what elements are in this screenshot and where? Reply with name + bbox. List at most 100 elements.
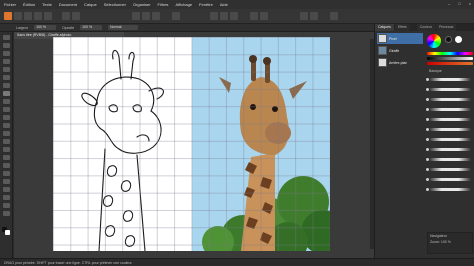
gradient-tool-icon[interactable] (3, 115, 10, 120)
selection-add-icon[interactable] (220, 12, 228, 20)
snapping-icon[interactable] (300, 12, 308, 20)
color-wheel[interactable] (427, 34, 441, 48)
refine-selection-icon[interactable] (260, 12, 268, 20)
view-tool-icon[interactable] (3, 203, 10, 208)
shape-tool-icon[interactable] (3, 187, 10, 192)
close-icon[interactable]: × (469, 1, 471, 6)
secondary-color-swatch[interactable] (5, 230, 10, 235)
paint-brush-tool-icon[interactable] (3, 83, 10, 88)
healing-tool-icon[interactable] (3, 147, 10, 152)
arrange-icon[interactable] (310, 12, 318, 20)
layer-name: Pixel (389, 36, 397, 41)
mode-rgb-icon[interactable] (172, 12, 180, 20)
menu-filters[interactable]: Filtres (158, 2, 169, 7)
menu-arrange[interactable]: Organiser (133, 2, 151, 7)
develop-persona-icon[interactable] (24, 12, 32, 20)
brush-preset[interactable] (429, 78, 471, 81)
brush-preset[interactable] (429, 168, 471, 171)
pen-tool-icon[interactable] (3, 171, 10, 176)
window-controls: – □ × (448, 1, 471, 6)
brush-preset[interactable] (429, 88, 471, 91)
blend-mode-select[interactable]: Normal (108, 25, 139, 30)
freehand-select-tool-icon[interactable] (3, 75, 10, 80)
brush-preset[interactable] (429, 178, 471, 181)
tab-brushes[interactable]: Pinceaux (436, 24, 457, 31)
tab-layers[interactable]: Calques (375, 24, 394, 31)
menu-file[interactable]: Fichier (4, 2, 16, 7)
primary-color-swatch[interactable] (445, 36, 452, 43)
brush-preset[interactable] (429, 188, 471, 191)
tab-color[interactable]: Couleur (416, 24, 435, 31)
layer-thumbnail (378, 46, 387, 55)
layer-row[interactable]: Arrière-plan (377, 57, 423, 68)
brush-category-label[interactable]: Basique (427, 68, 444, 74)
blemish-tool-icon[interactable] (3, 155, 10, 160)
dodge-tool-icon[interactable] (3, 123, 10, 128)
clone-tool-icon[interactable] (3, 139, 10, 144)
layer-name: Giraffe (389, 48, 400, 53)
layer-row[interactable]: Pixel (377, 33, 423, 44)
quick-mask-icon[interactable] (250, 12, 258, 20)
flood-fill-tool-icon[interactable] (3, 107, 10, 112)
lightness-slider[interactable] (427, 57, 473, 60)
menu-window[interactable]: Fenêtre (199, 2, 213, 7)
secondary-color-swatch[interactable] (455, 36, 462, 43)
brush-preset[interactable] (429, 158, 471, 161)
node-tool-icon[interactable] (3, 179, 10, 184)
liquify-persona-icon[interactable] (14, 12, 22, 20)
tab-effects[interactable]: Effets (394, 24, 410, 31)
saturation-slider[interactable] (427, 62, 473, 65)
move-tool-icon[interactable] (3, 35, 10, 40)
navigator-zoom[interactable]: Zoom: 100 % (428, 239, 472, 245)
brush-preset[interactable] (429, 138, 471, 141)
menu-view[interactable]: Affichage (175, 2, 192, 7)
zoom-tool-icon[interactable] (3, 211, 10, 216)
width-field[interactable]: 100 % (34, 25, 57, 30)
width-label: Largeur (16, 25, 29, 30)
menu-document[interactable]: Document (59, 2, 77, 7)
auto-levels-icon[interactable] (132, 12, 140, 20)
brush-preset[interactable] (429, 148, 471, 151)
assistant-icon[interactable] (330, 12, 338, 20)
burn-tool-icon[interactable] (3, 131, 10, 136)
canvas-grid-overlay (53, 37, 330, 251)
menu-help[interactable]: Aide (220, 2, 228, 7)
brush-preset[interactable] (429, 98, 471, 101)
view-tool-icon[interactable] (62, 12, 70, 20)
zoom-tool-icon[interactable] (72, 12, 80, 20)
brush-preset[interactable] (429, 128, 471, 131)
right-panel: Calques Effets Couleur Pinceaux Pixel Gi… (374, 24, 474, 258)
menu-text[interactable]: Texte (42, 2, 52, 7)
hue-slider[interactable] (427, 52, 473, 55)
menu-layer[interactable]: Calque (84, 2, 97, 7)
opacity-label: Opacité (62, 25, 75, 30)
export-persona-icon[interactable] (44, 12, 52, 20)
layers-panel-tabs: Calques Effets Couleur Pinceaux (375, 24, 474, 31)
flood-select-tool-icon[interactable] (3, 59, 10, 64)
menu-edit[interactable]: Édition (23, 2, 35, 7)
photo-persona-icon[interactable] (4, 12, 12, 20)
selection-mode-icon[interactable] (210, 12, 218, 20)
selection-brush-tool-icon[interactable] (3, 51, 10, 56)
document-canvas[interactable] (53, 37, 330, 251)
minimize-icon[interactable]: – (448, 1, 450, 6)
pixel-tool-icon[interactable] (3, 91, 10, 96)
marquee-tool-icon[interactable] (3, 67, 10, 72)
maximize-icon[interactable]: □ (458, 1, 460, 6)
main-toolbar (0, 9, 474, 24)
tone-mapping-persona-icon[interactable] (34, 12, 42, 20)
layer-row[interactable]: Giraffe (377, 45, 423, 56)
brush-preset[interactable] (429, 108, 471, 111)
opacity-field[interactable]: 100 % (80, 25, 103, 30)
erase-brush-tool-icon[interactable] (3, 99, 10, 104)
selection-subtract-icon[interactable] (230, 12, 238, 20)
layer-name: Arrière-plan (389, 60, 408, 65)
smudge-tool-icon[interactable] (3, 163, 10, 168)
menu-select[interactable]: Sélectionner (104, 2, 126, 7)
status-bar: DRAG pour peindre. SHIFT pour tracer une… (0, 258, 474, 266)
auto-colors-icon[interactable] (152, 12, 160, 20)
auto-contrast-icon[interactable] (142, 12, 150, 20)
crop-tool-icon[interactable] (3, 43, 10, 48)
text-tool-icon[interactable] (3, 195, 10, 200)
brush-preset[interactable] (429, 118, 471, 121)
